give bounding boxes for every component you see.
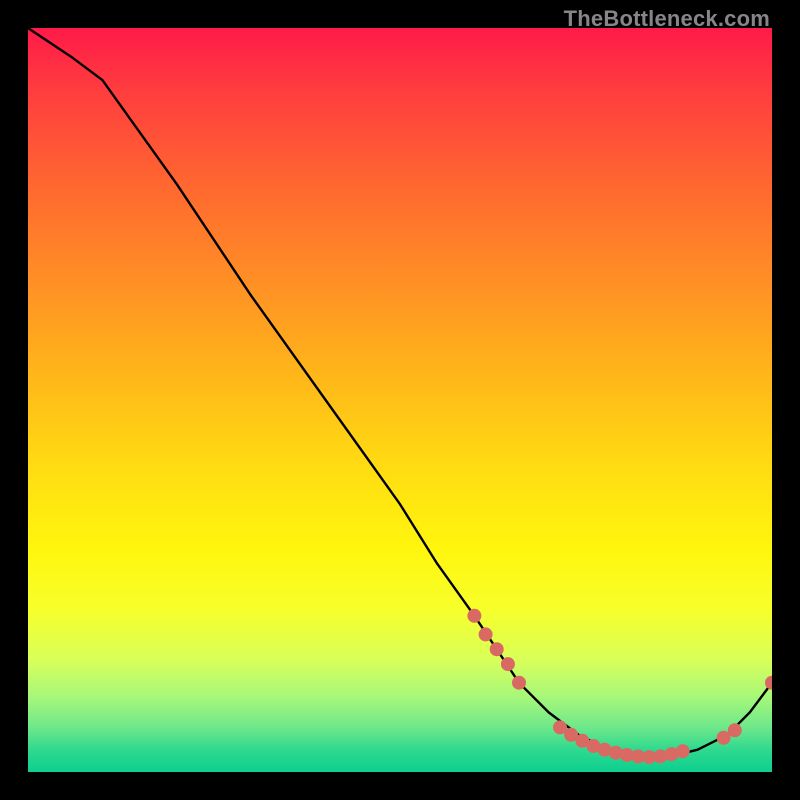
data-point-marker bbox=[479, 627, 493, 641]
data-point-marker bbox=[490, 642, 504, 656]
data-point-marker bbox=[512, 676, 526, 690]
bottleneck-curve-markers bbox=[467, 609, 772, 764]
data-point-marker bbox=[676, 744, 690, 758]
data-point-marker bbox=[467, 609, 481, 623]
bottleneck-curve-line bbox=[28, 28, 772, 757]
data-point-marker bbox=[728, 723, 742, 737]
chart-svg bbox=[28, 28, 772, 772]
gradient-plot-area bbox=[28, 28, 772, 772]
data-point-marker bbox=[501, 657, 515, 671]
chart-frame: TheBottleneck.com bbox=[0, 0, 800, 800]
data-point-marker bbox=[765, 676, 772, 690]
watermark-text: TheBottleneck.com bbox=[564, 6, 770, 32]
